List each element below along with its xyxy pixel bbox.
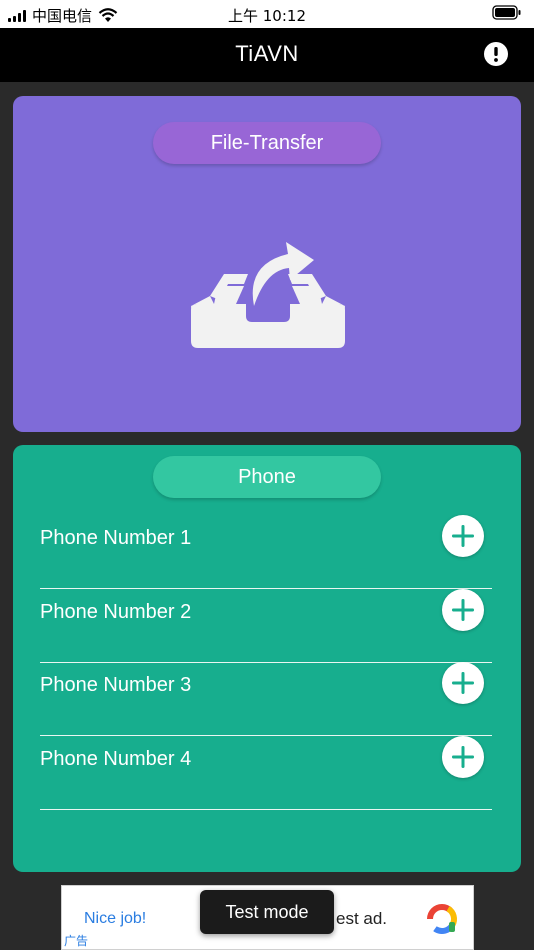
add-phone-button[interactable]	[442, 515, 484, 557]
file-transfer-label: File-Transfer	[153, 122, 381, 164]
nav-bar: TiAVN	[0, 28, 534, 82]
phone-label: Phone	[153, 456, 381, 498]
add-phone-button[interactable]	[442, 736, 484, 778]
phone-row-3[interactable]: Phone Number 3	[40, 662, 492, 736]
phone-number-label: Phone Number 3	[40, 674, 192, 696]
add-phone-button[interactable]	[442, 589, 484, 631]
plus-icon	[452, 599, 474, 621]
ad-nice-text: Nice job!	[84, 910, 147, 927]
test-mode-toast: Test mode	[200, 890, 334, 934]
plus-icon	[452, 672, 474, 694]
plus-icon	[452, 746, 474, 768]
phone-number-label: Phone Number 2	[40, 601, 192, 623]
ad-tag: 广告	[64, 934, 89, 948]
status-bar: 中国电信 上午 10:12	[0, 0, 534, 28]
phone-number-label: Phone Number 4	[40, 748, 192, 770]
inbox-share-icon	[191, 242, 345, 348]
status-time: 上午 10:12	[228, 7, 306, 25]
app-screen: 中国电信 上午 10:12 TiAVN File-Transfer Phone …	[0, 0, 534, 950]
ad-logo-icon	[427, 904, 457, 934]
phone-row-2[interactable]: Phone Number 2	[40, 589, 492, 663]
ad-rest-text: est ad.	[336, 909, 388, 928]
row-divider	[40, 808, 492, 810]
exclamation-circle-icon[interactable]	[484, 42, 508, 66]
app-title: TiAVN	[235, 41, 299, 66]
file-transfer-card[interactable]: File-Transfer	[13, 96, 521, 432]
phone-card: Phone Phone Number 1 Phone Number 2 Phon…	[13, 445, 521, 872]
add-phone-button[interactable]	[442, 662, 484, 704]
phone-row-1[interactable]: Phone Number 1	[40, 515, 492, 589]
phone-row-4[interactable]: Phone Number 4	[40, 736, 492, 810]
phone-number-label: Phone Number 1	[40, 527, 192, 549]
battery-icon	[492, 5, 522, 24]
plus-icon	[452, 525, 474, 547]
